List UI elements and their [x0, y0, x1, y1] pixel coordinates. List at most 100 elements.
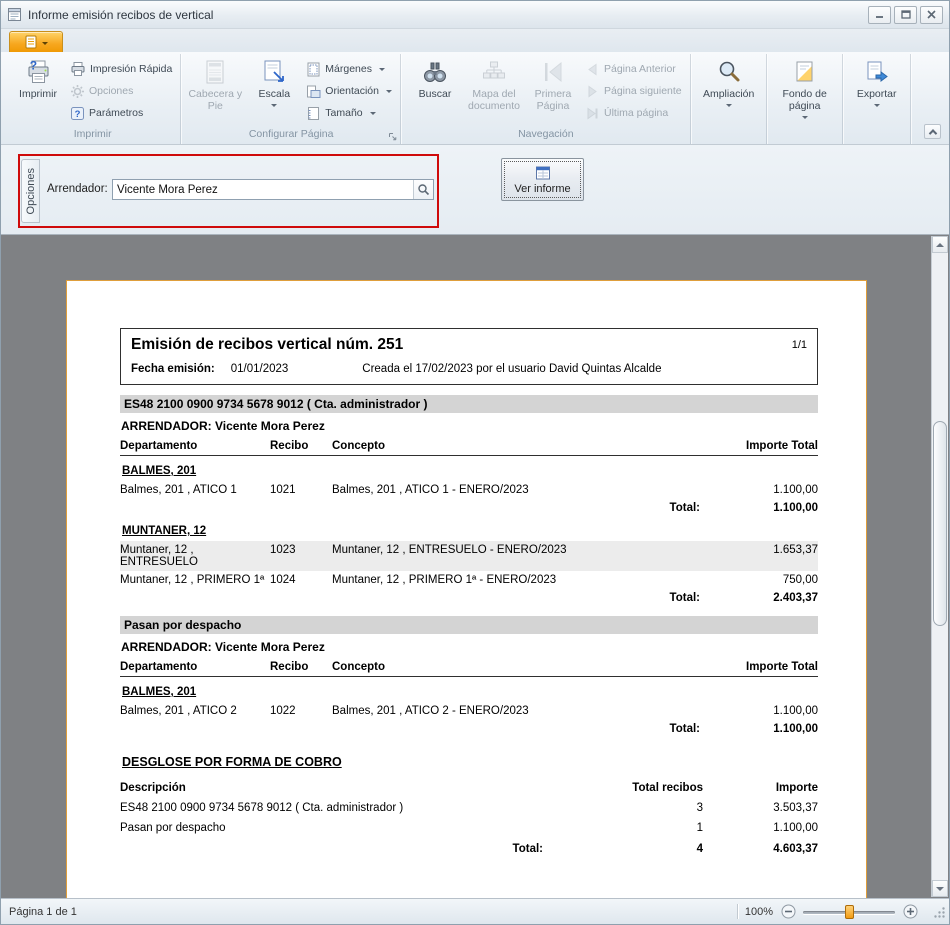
desglose-total-row: Total: 4 4.603,37 [120, 838, 818, 857]
ribbon-group-exportar: Exportar [844, 54, 911, 144]
table-header: Departamento Recibo Concepto Importe Tot… [120, 439, 818, 456]
last-page-icon [585, 106, 600, 121]
chevron-up-icon [928, 129, 936, 137]
ribbon-collapse-button[interactable] [924, 124, 941, 139]
window-icon [7, 7, 22, 22]
chevron-down-icon [874, 104, 880, 107]
scrollbar-track[interactable] [932, 253, 948, 880]
tamano-button[interactable]: Tamaño [304, 104, 396, 122]
minimize-icon [875, 10, 884, 19]
fondo-pagina-button[interactable]: Fondo de página [772, 55, 838, 128]
binoculars-icon [422, 59, 448, 85]
close-icon [927, 10, 936, 19]
table-row: Muntaner, 12 , ENTRESUELO 1023 Muntaner,… [120, 541, 818, 571]
cell-concepto: Balmes, 201 , ATICO 1 - ENERO/2023 [332, 484, 706, 496]
cell-concepto: Muntaner, 12 , PRIMERO 1ª - ENERO/2023 [332, 574, 706, 586]
primera-pagina-button[interactable]: Primera Página [524, 55, 582, 128]
quick-print-icon [70, 61, 86, 77]
zoom-in-button[interactable] [902, 904, 918, 920]
resize-grip[interactable] [931, 904, 946, 919]
document-icon [25, 35, 37, 49]
report-page: Emisión de recibos vertical núm. 251 1/1… [66, 280, 867, 898]
zoom-icon [716, 59, 742, 85]
margenes-button[interactable]: Márgenes [304, 60, 396, 78]
zoom-percentage: 100% [745, 906, 773, 918]
pagina-siguiente-button[interactable]: Página siguiente [583, 82, 686, 100]
search-icon [417, 183, 430, 196]
escala-button[interactable]: Escala [245, 55, 303, 128]
impresion-rapida-button[interactable]: Impresión Rápida [68, 60, 176, 78]
section-band: Pasan por despacho [120, 616, 818, 634]
parametros-button[interactable]: ? Parámetros [68, 104, 176, 122]
cell-departamento: Balmes, 201 , ATICO 2 [120, 705, 270, 717]
window-title: Informe emisión recibos de vertical [28, 8, 868, 22]
options-tab[interactable]: Opciones [21, 159, 40, 223]
buscar-button[interactable]: Buscar [406, 55, 464, 128]
app-menu-button[interactable] [9, 31, 63, 52]
zoom-slider[interactable] [803, 904, 895, 920]
cell-descripcion: ES48 2100 0900 9734 5678 9012 ( Cta. adm… [120, 802, 553, 814]
cell-importe: 1.100,00 [703, 822, 818, 834]
svg-text:?: ? [75, 109, 81, 120]
report-header: Emisión de recibos vertical núm. 251 1/1… [120, 328, 818, 385]
chevron-down-icon [802, 116, 808, 119]
imprimir-button[interactable]: ? Imprimir [9, 55, 67, 128]
app-window: Informe emisión recibos de vertical ? [0, 0, 950, 925]
zoom-slider-thumb[interactable] [845, 905, 854, 919]
ver-informe-button[interactable]: Ver informe [501, 158, 584, 201]
arrendador-label: Arrendador: [47, 183, 108, 195]
total-label: Total: [120, 843, 553, 855]
total-value: 1.100,00 [706, 723, 818, 735]
group-name: BALMES, 201 [122, 465, 818, 477]
ribbon: ? Imprimir Impresión Rápida Opciones ? P… [1, 52, 949, 145]
cell-descripcion: Pasan por despacho [120, 822, 553, 834]
desglose-title: DESGLOSE POR FORMA DE COBRO [122, 755, 818, 769]
vertical-scrollbar[interactable] [931, 236, 948, 897]
ampliacion-button[interactable]: Ampliación [696, 55, 762, 128]
scroll-up-button[interactable] [932, 236, 948, 253]
ribbon-group-imprimir: ? Imprimir Impresión Rápida Opciones ? P… [5, 54, 181, 144]
options-panel: Opciones Arrendador: Ver informe [1, 145, 949, 235]
cell-total-recibos: 1 [553, 822, 703, 834]
col-total-recibos: Total recibos [553, 782, 703, 794]
group-total-row: Total: 1.100,00 [120, 720, 818, 737]
minimize-button[interactable] [868, 6, 891, 24]
next-page-icon [585, 84, 600, 99]
scroll-down-button[interactable] [932, 880, 948, 897]
ultima-pagina-button[interactable]: Última página [583, 104, 686, 122]
ribbon-group-fondo-pagina: Fondo de página [768, 54, 843, 144]
col-importe: Importe Total [706, 661, 818, 673]
exportar-button[interactable]: Exportar [848, 55, 906, 128]
pagina-anterior-button[interactable]: Página Anterior [583, 60, 686, 78]
question-icon: ? [70, 106, 85, 121]
group-label-configurar-pagina: Configurar Página [184, 128, 398, 144]
export-icon [864, 59, 890, 85]
group-label-navegacion: Navegación [404, 128, 688, 144]
cell-importe: 1.100,00 [706, 484, 818, 496]
group-total-row: Total: 2.403,37 [120, 589, 818, 606]
chevron-down-icon [271, 104, 277, 107]
report-page-number: 1/1 [792, 336, 807, 351]
col-recibo: Recibo [270, 440, 332, 452]
arrendador-input[interactable] [113, 180, 413, 199]
desglose-row: Pasan por despacho 1 1.100,00 [120, 818, 818, 838]
orientation-icon [306, 84, 321, 99]
orientacion-button[interactable]: Orientación [304, 82, 396, 100]
group-label-fondo-pagina [770, 128, 840, 144]
divider [737, 904, 738, 919]
arrendador-search-button[interactable] [413, 180, 433, 199]
arrow-up-icon [936, 239, 944, 247]
scrollbar-thumb[interactable] [933, 421, 947, 626]
plus-icon [903, 904, 918, 919]
scale-icon [261, 59, 287, 85]
cabecera-pie-button[interactable]: Cabecera y Pie [186, 55, 244, 128]
zoom-out-button[interactable] [780, 904, 796, 920]
opciones-button[interactable]: Opciones [68, 82, 176, 100]
maximize-button[interactable] [894, 6, 917, 24]
dialog-launcher-icon[interactable] [387, 131, 398, 142]
ribbon-group-ampliacion: Ampliación [692, 54, 767, 144]
mapa-documento-button[interactable]: Mapa del documento [465, 55, 523, 128]
svg-text:?: ? [30, 59, 37, 73]
window-controls [868, 6, 943, 24]
close-button[interactable] [920, 6, 943, 24]
